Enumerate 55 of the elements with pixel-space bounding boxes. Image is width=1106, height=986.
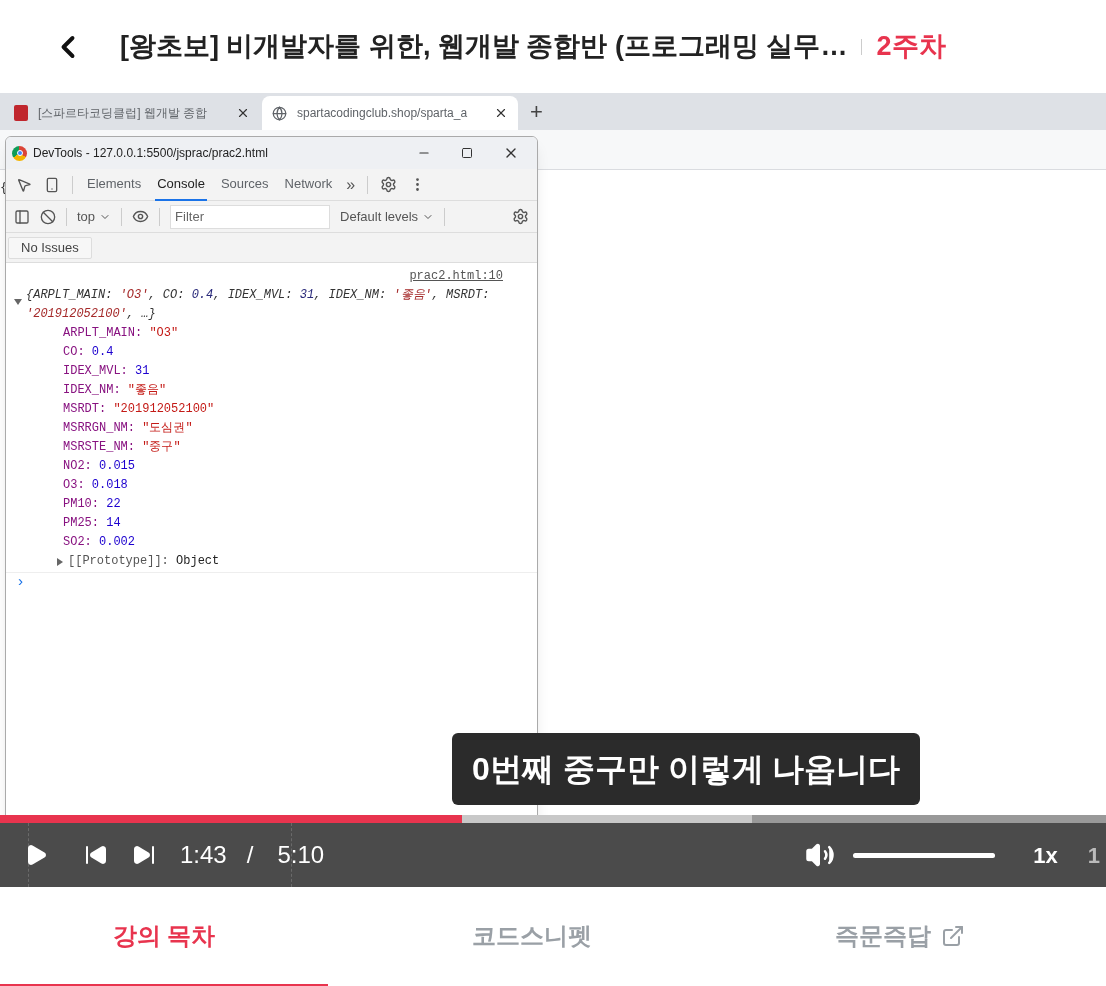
- object-property: PM10: 22: [63, 496, 122, 513]
- progress-bar[interactable]: [0, 815, 1106, 823]
- maximize-icon[interactable]: [461, 147, 473, 159]
- speed-option[interactable]: 1: [1087, 838, 1100, 872]
- eye-icon[interactable]: [132, 208, 150, 225]
- previous-icon[interactable]: [84, 843, 108, 867]
- devtools-tab[interactable]: Sources: [218, 168, 271, 201]
- object-summary: {ARPLT_MAIN: 'O3', CO: 0.4, IDEX_MVL: 31, IDEX_NM: '좋음', MSRDT: '201912052100', …}: [26, 287, 491, 323]
- context-dropdown[interactable]: top: [77, 206, 112, 227]
- object-property: O3: 0.018: [63, 477, 129, 494]
- sidebar-icon[interactable]: [14, 208, 30, 225]
- expand-arrow-icon[interactable]: [56, 557, 64, 566]
- inspect-icon[interactable]: [16, 176, 32, 193]
- volume-slider[interactable]: [853, 852, 996, 858]
- duration: 5:10: [277, 840, 325, 870]
- expand-arrow-icon[interactable]: [14, 298, 22, 306]
- device-icon[interactable]: [44, 176, 60, 193]
- browser-tab[interactable]: spartacodingclub.shop/sparta_a: [262, 96, 518, 130]
- source-link[interactable]: prac2.html:10: [409, 267, 503, 286]
- new-tab-button[interactable]: +: [520, 95, 553, 128]
- prototype-property: [[Prototype]]: Object: [68, 553, 220, 570]
- close-icon[interactable]: [494, 106, 508, 120]
- content-tab[interactable]: 강의 목차: [0, 887, 328, 986]
- chrome-logo-icon: [12, 145, 27, 161]
- object-property: NO2: 0.015: [63, 458, 137, 475]
- close-icon[interactable]: [236, 106, 250, 120]
- speed-button[interactable]: 1x: [1033, 838, 1058, 872]
- clear-icon[interactable]: [40, 208, 56, 225]
- current-time: 1:43: [180, 840, 227, 870]
- devtools-tab[interactable]: Network: [282, 168, 335, 201]
- object-property: SO2: 0.002: [63, 534, 137, 551]
- settings-icon[interactable]: [380, 176, 398, 193]
- next-icon[interactable]: [132, 843, 156, 867]
- globe-icon: [272, 105, 287, 121]
- time-separator: /: [246, 840, 254, 870]
- object-property: CO: 0.4: [63, 344, 115, 361]
- object-property: IDEX_NM: "좋음": [63, 382, 168, 399]
- object-property: PM25: 14: [63, 515, 122, 532]
- object-property: MSRSTE_NM: "중구": [63, 439, 182, 456]
- object-property: ARPLT_MAIN: "O3": [63, 325, 180, 342]
- more-tabs-button[interactable]: »: [346, 172, 356, 197]
- console-prompt[interactable]: ›: [6, 573, 537, 592]
- filter-field[interactable]: Filter: [170, 204, 331, 229]
- devtools-tab[interactable]: Elements: [85, 168, 144, 201]
- object-property: IDEX_MVL: 31: [63, 363, 151, 380]
- book-icon: [14, 105, 28, 121]
- subtitle: 0번째 중구만 이렇게 나옵니다: [452, 733, 921, 805]
- object-property: MSRRGN_NM: "도심권": [63, 420, 194, 437]
- course-title: [왕초보] 비개발자를 위한, 웹개발 종합반 (프로그래밍 실무…: [120, 30, 848, 64]
- window-title: DevTools - 127.0.0.1:5500/jsprac/prac2.html: [33, 145, 269, 162]
- issues-button[interactable]: No Issues: [8, 236, 92, 259]
- settings-icon[interactable]: [512, 208, 529, 225]
- levels-dropdown[interactable]: Default levels: [340, 206, 435, 227]
- object-property: MSRDT: "201912052100": [63, 401, 216, 418]
- week-label: 2주차: [876, 30, 946, 64]
